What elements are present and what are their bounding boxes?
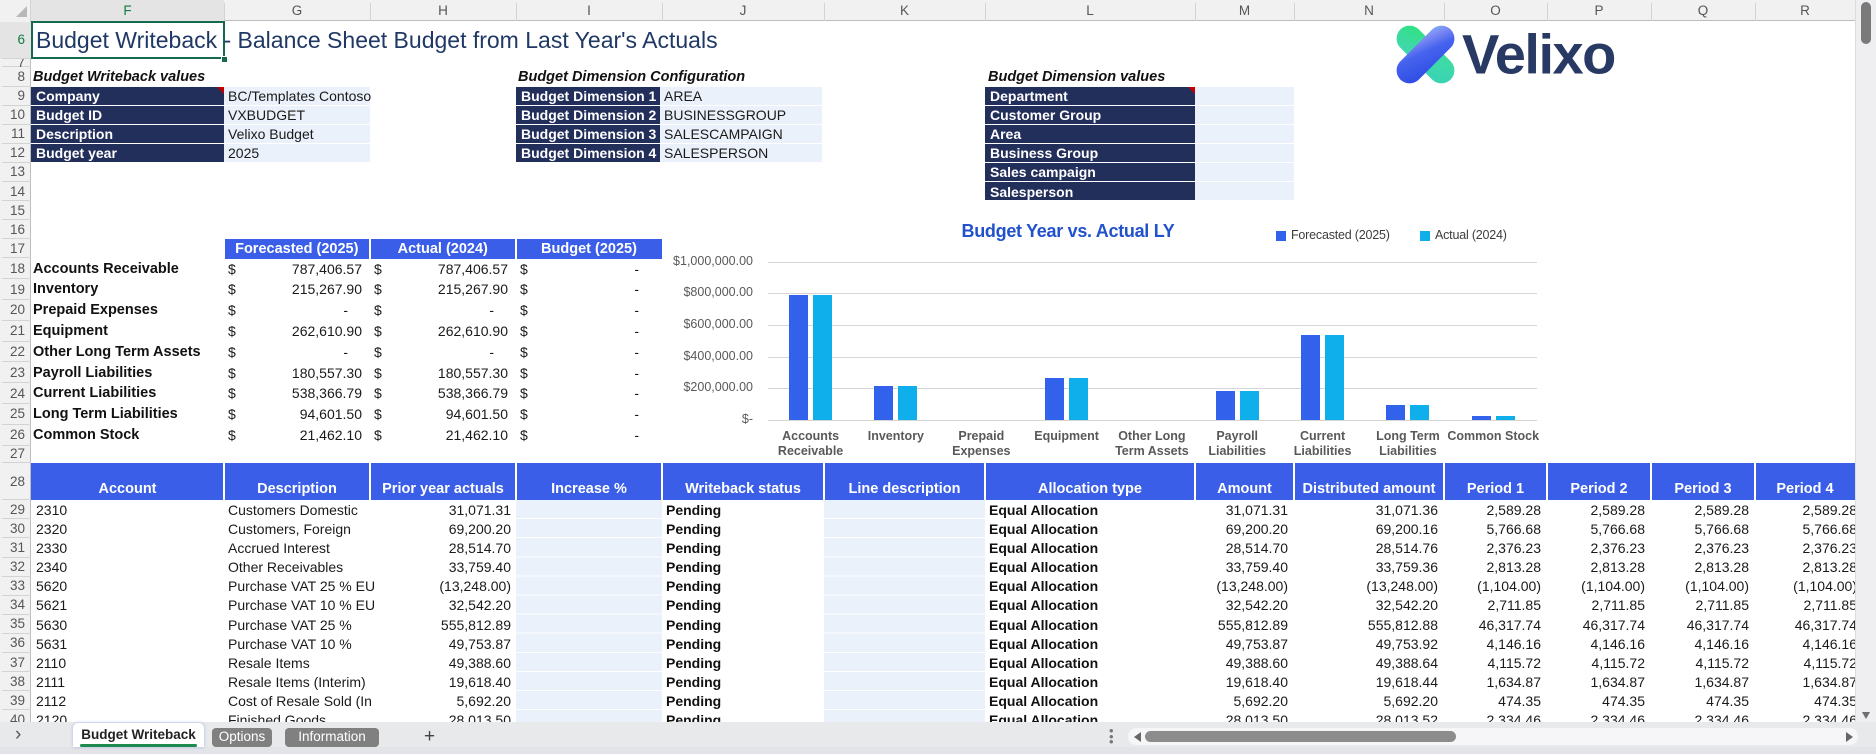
svg-text:Velixo: Velixo	[1462, 23, 1615, 86]
